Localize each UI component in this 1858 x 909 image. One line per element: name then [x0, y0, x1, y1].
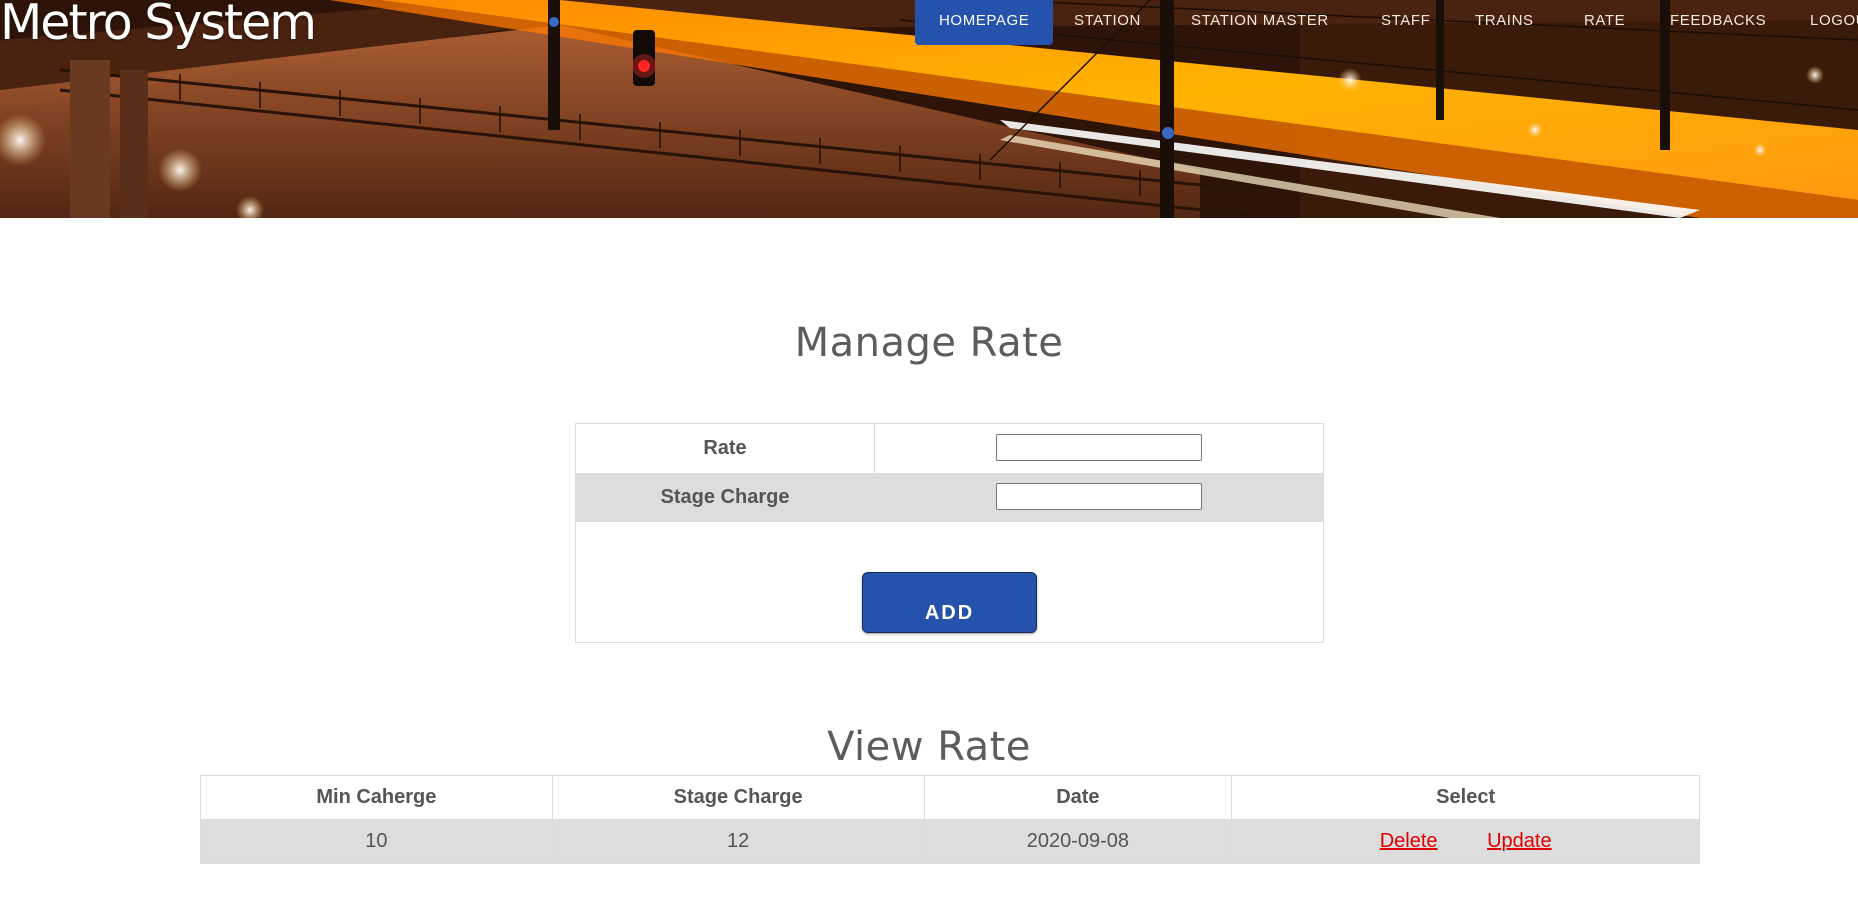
table-row: 10 12 2020-09-08 Delete Update	[200, 819, 1700, 864]
cell-date: 2020-09-08	[923, 819, 1233, 864]
stage-charge-input[interactable]	[996, 483, 1202, 510]
view-rate-heading: View Rate	[827, 724, 1031, 770]
nav-station[interactable]: STATION	[1074, 0, 1141, 45]
nav-feedbacks[interactable]: FEEDBACKS	[1670, 0, 1766, 45]
stage-charge-label: Stage Charge	[660, 486, 790, 508]
column-divider	[874, 424, 875, 473]
rates-table: Min Caherge Stage Charge Date Select 10 …	[200, 775, 1700, 864]
cell-stage-charge: 12	[551, 819, 925, 864]
nav-rate[interactable]: RATE	[1584, 0, 1625, 45]
main-nav: HOMEPAGE STATION STATION MASTER STAFF TR…	[915, 0, 1858, 45]
delete-link[interactable]: Delete	[1380, 830, 1438, 852]
column-header-stage-charge: Stage Charge	[551, 775, 925, 820]
nav-trains[interactable]: TRAINS	[1475, 0, 1534, 45]
nav-station-master[interactable]: STATION MASTER	[1191, 0, 1329, 45]
nav-logout[interactable]: LOGOUT	[1810, 0, 1858, 45]
nav-staff[interactable]: STAFF	[1381, 0, 1430, 45]
manage-rate-form: Rate Stage Charge ADD	[575, 423, 1324, 643]
rate-label: Rate	[703, 437, 747, 459]
add-button[interactable]: ADD	[862, 572, 1037, 633]
cell-actions: Delete Update	[1231, 819, 1700, 864]
site-title: Metro System	[0, 0, 317, 51]
rate-input[interactable]	[996, 434, 1202, 461]
stage-charge-row: Stage Charge	[576, 473, 1323, 522]
column-header-date: Date	[923, 775, 1233, 820]
rate-row: Rate	[576, 424, 1323, 473]
cell-min-charge: 10	[200, 819, 553, 864]
header-banner: Metro System HOMEPAGE STATION STATION MA…	[0, 0, 1858, 218]
manage-rate-heading: Manage Rate	[794, 320, 1064, 366]
nav-homepage[interactable]: HOMEPAGE	[915, 0, 1054, 45]
column-header-select: Select	[1231, 775, 1700, 820]
column-header-min-charge: Min Caherge	[200, 775, 553, 820]
update-link[interactable]: Update	[1487, 830, 1552, 852]
table-header-row: Min Caherge Stage Charge Date Select	[200, 775, 1700, 820]
